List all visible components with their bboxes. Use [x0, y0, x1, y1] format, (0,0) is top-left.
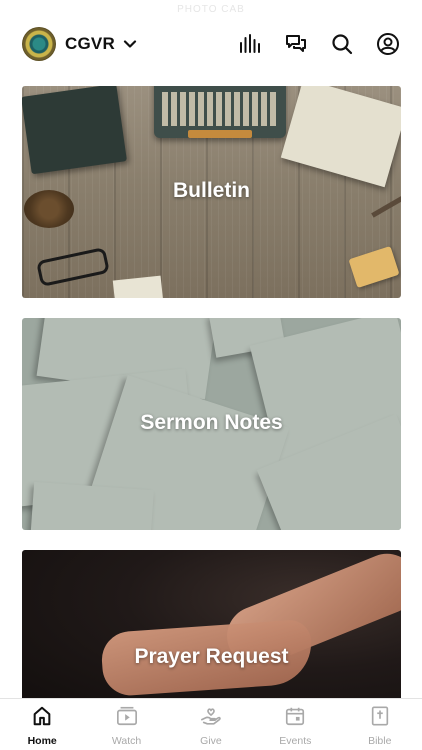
tab-events[interactable]: Events: [260, 705, 330, 747]
bible-icon: [369, 705, 391, 732]
header-actions: [216, 32, 400, 56]
chevron-down-icon: [123, 37, 137, 51]
status-text: PHOTO CAB: [177, 4, 245, 15]
prayer-request-image: [22, 550, 401, 710]
app-screen: PHOTO CAB CGVR Bulletin Sermon Notes Pra…: [0, 0, 422, 750]
give-icon: [200, 705, 222, 732]
prayer-request-card[interactable]: Prayer Request: [22, 550, 401, 710]
watch-icon: [116, 705, 138, 732]
sermon-notes-card[interactable]: Sermon Notes: [22, 318, 401, 530]
church-name: CGVR: [65, 34, 115, 53]
audio-bars-icon[interactable]: [238, 32, 262, 56]
chat-icon[interactable]: [284, 32, 308, 56]
calendar-icon: [284, 705, 306, 732]
tab-events-label: Events: [279, 735, 312, 747]
tab-give[interactable]: Give: [176, 705, 246, 747]
tab-home[interactable]: Home: [7, 705, 77, 747]
church-switcher[interactable]: CGVR: [22, 27, 137, 61]
sermon-notes-title: Sermon Notes: [140, 411, 283, 434]
tab-bible-label: Bible: [368, 735, 392, 747]
tab-give-label: Give: [200, 735, 222, 747]
bottom-tab-bar: Home Watch Give Events Bible: [0, 698, 422, 750]
prayer-request-title: Prayer Request: [134, 645, 289, 668]
home-icon: [31, 705, 53, 732]
profile-icon[interactable]: [376, 32, 400, 56]
church-logo: [22, 27, 56, 61]
tab-watch-label: Watch: [111, 735, 142, 747]
tab-bible[interactable]: Bible: [345, 705, 415, 747]
tab-watch[interactable]: Watch: [92, 705, 162, 747]
tab-home-label: Home: [27, 735, 57, 747]
bulletin-card[interactable]: Bulletin: [22, 86, 401, 298]
search-icon[interactable]: [330, 32, 354, 56]
header: CGVR: [22, 24, 400, 64]
bulletin-title: Bulletin: [173, 179, 250, 202]
